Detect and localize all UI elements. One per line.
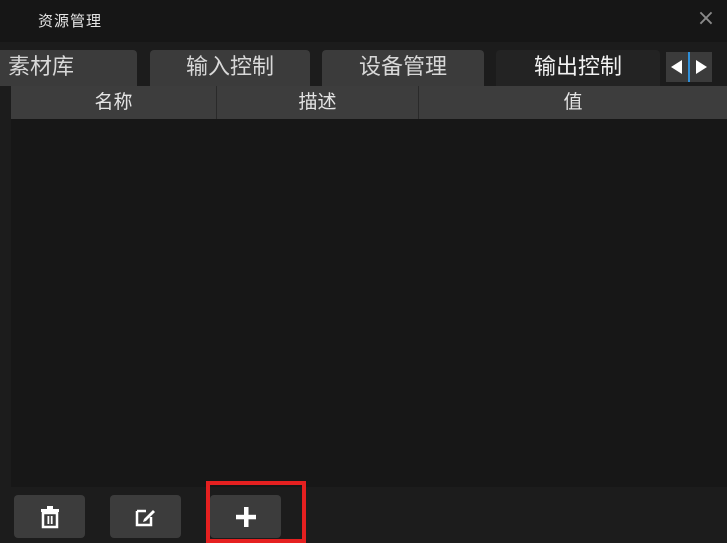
arrow-right-icon[interactable] [690, 52, 712, 82]
table-body[interactable] [11, 119, 727, 487]
column-header-description[interactable]: 描述 [217, 86, 419, 119]
plus-icon [235, 506, 256, 527]
bottom-toolbar [0, 487, 727, 543]
arrow-left-icon[interactable] [666, 52, 688, 82]
column-header-name[interactable]: 名称 [11, 86, 217, 119]
add-button[interactable] [210, 495, 281, 538]
close-icon[interactable]: × [693, 6, 719, 32]
window-title: 资源管理 [38, 12, 103, 30]
column-header-value[interactable]: 值 [419, 86, 727, 119]
tab-output-control[interactable]: 输出控制 [496, 50, 660, 86]
tab-scroll-controls [664, 50, 727, 86]
table-header: 名称 描述 值 [11, 86, 727, 119]
tab-device-management[interactable]: 设备管理 [322, 50, 484, 86]
tab-materials[interactable]: 素材库 [0, 50, 137, 86]
edit-icon [135, 509, 155, 526]
tab-input-control[interactable]: 输入控制 [150, 50, 310, 86]
edit-button[interactable] [110, 495, 181, 538]
trash-icon [40, 505, 59, 528]
delete-button[interactable] [14, 495, 85, 538]
tab-strip: 素材库 输入控制 设备管理 输出控制 [0, 42, 727, 86]
title-bar: 资源管理 × [0, 0, 727, 42]
